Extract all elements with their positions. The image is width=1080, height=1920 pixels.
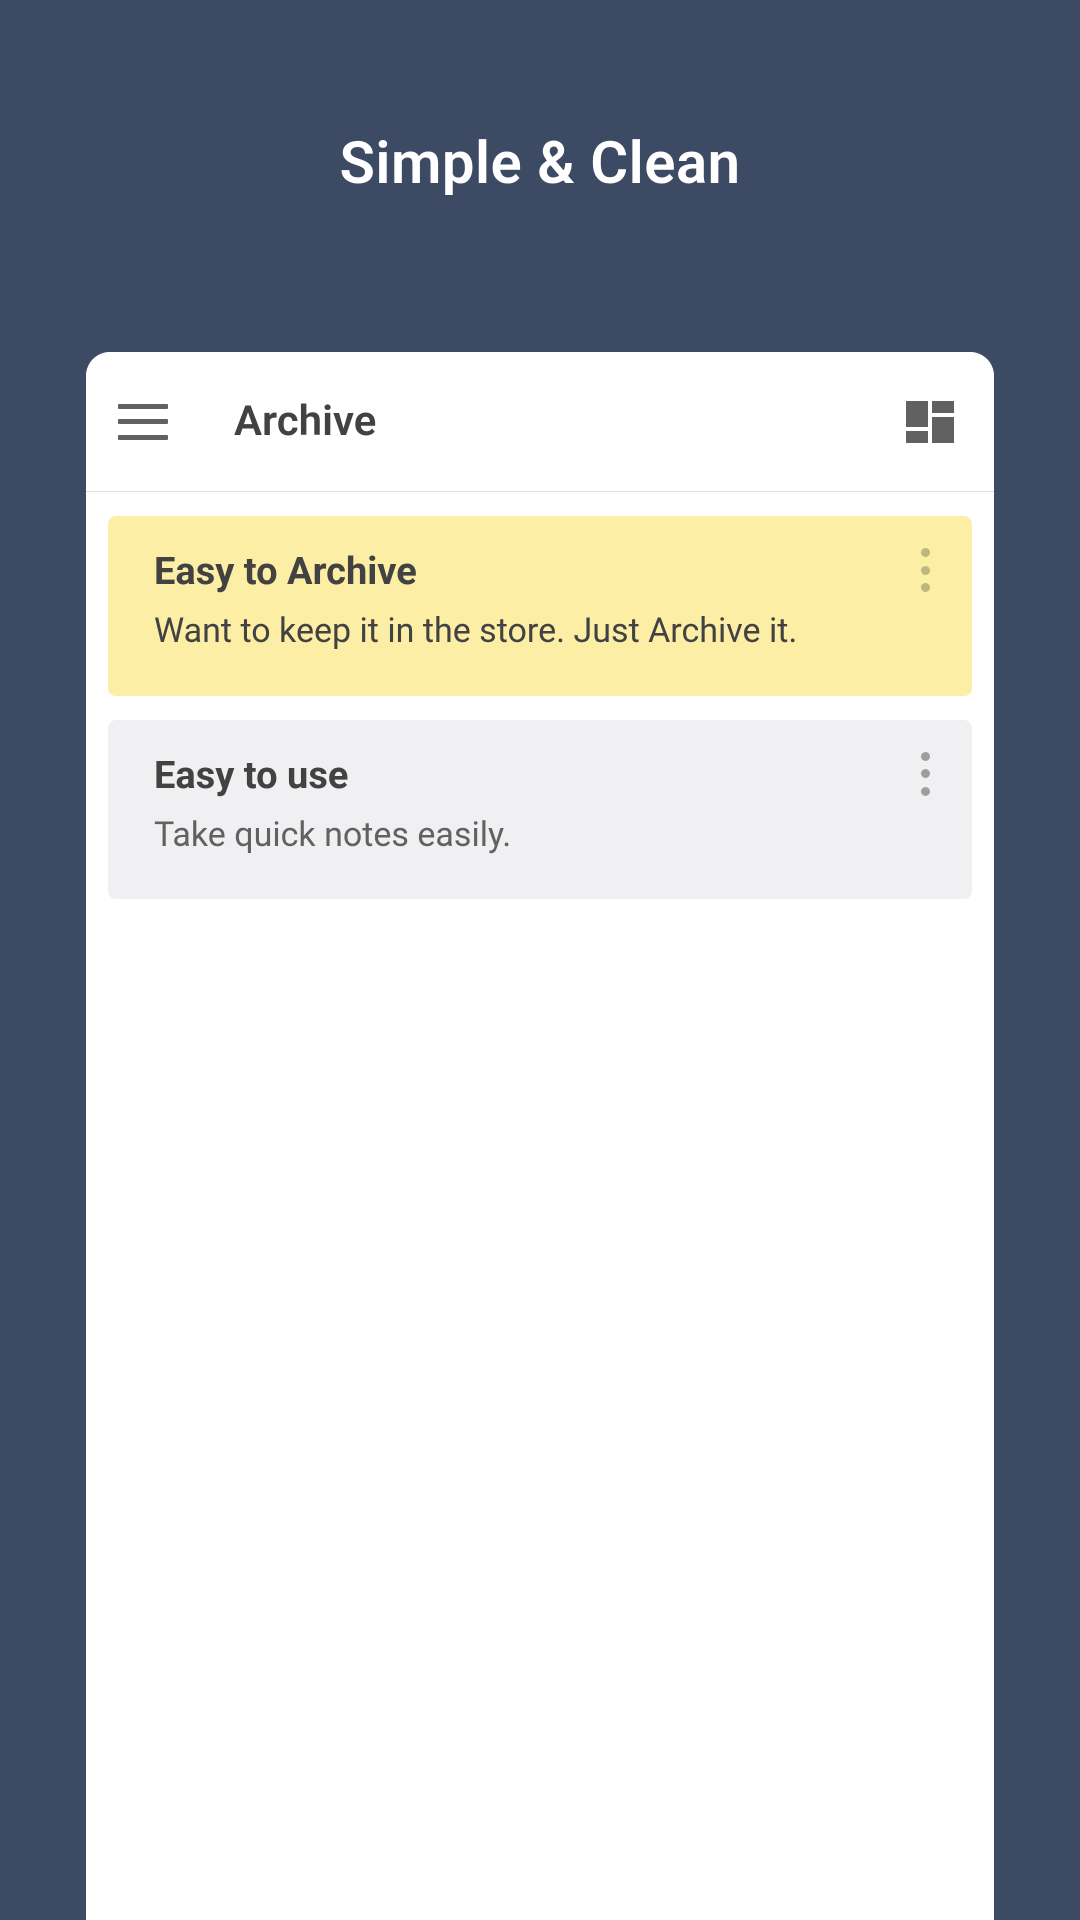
page-title: Archive — [234, 397, 906, 446]
note-title: Easy to use — [154, 754, 926, 798]
note-body: Take quick notes easily. — [154, 812, 926, 860]
note-title: Easy to Archive — [154, 550, 926, 594]
app-header: Archive — [86, 352, 994, 492]
note-card[interactable]: Easy to Archive Want to keep it in the s… — [108, 516, 972, 696]
marketing-title: Simple & Clean — [0, 0, 1080, 198]
more-vertical-icon[interactable] — [910, 752, 940, 796]
note-body: Want to keep it in the store. Just Archi… — [154, 608, 926, 656]
app-frame: Archive Easy to Archive Want to keep it … — [86, 352, 994, 1920]
grid-view-icon[interactable] — [906, 401, 954, 443]
note-card[interactable]: Easy to use Take quick notes easily. — [108, 720, 972, 900]
hamburger-menu-icon[interactable] — [118, 404, 168, 440]
more-vertical-icon[interactable] — [910, 548, 940, 592]
notes-list: Easy to Archive Want to keep it in the s… — [86, 492, 994, 923]
